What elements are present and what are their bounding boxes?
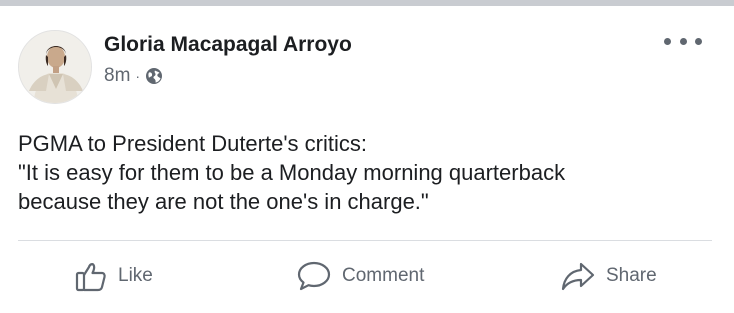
post-text-line: PGMA to President Duterte's critics:	[18, 131, 367, 156]
globe-icon[interactable]	[145, 67, 163, 85]
post-card: Gloria Macapagal Arroyo 8m · PGMA to Pre…	[0, 6, 734, 313]
post-time[interactable]: 8m	[104, 65, 130, 87]
action-bar: Like Comment Share	[0, 252, 734, 300]
post-meta: 8m ·	[104, 65, 163, 87]
share-arrow-icon	[560, 259, 596, 293]
comment-bubble-icon	[296, 259, 332, 293]
meta-separator: ·	[135, 68, 141, 84]
comment-button[interactable]: Comment	[296, 252, 424, 300]
thumbs-up-icon	[74, 259, 108, 293]
like-button[interactable]: Like	[74, 252, 153, 300]
like-label: Like	[118, 265, 153, 286]
share-label: Share	[606, 265, 657, 286]
share-button[interactable]: Share	[560, 252, 657, 300]
avatar[interactable]	[18, 30, 92, 104]
divider	[18, 240, 712, 241]
more-options-icon[interactable]	[664, 32, 702, 50]
author-name[interactable]: Gloria Macapagal Arroyo	[104, 33, 352, 57]
comment-label: Comment	[342, 265, 425, 286]
post-text-line: "It is easy for them to be a Monday morn…	[18, 160, 566, 185]
post-text: PGMA to President Duterte's critics: "It…	[18, 129, 718, 216]
avatar-image	[19, 31, 91, 103]
post-text-line: because they are not the one's in charge…	[18, 189, 429, 214]
